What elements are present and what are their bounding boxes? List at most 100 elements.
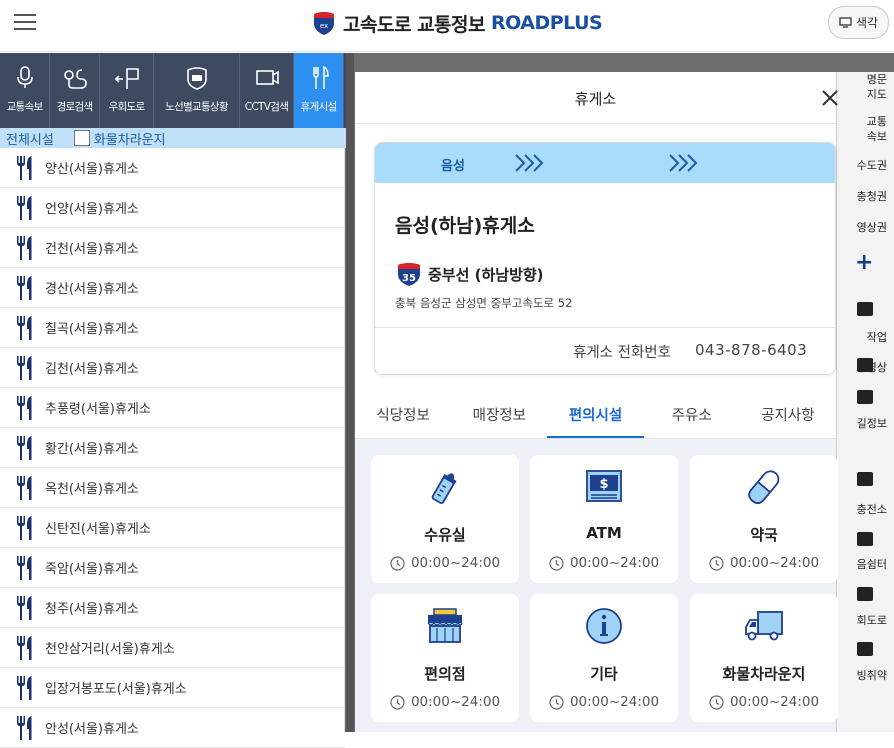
clock-icon bbox=[709, 694, 724, 710]
rest-area-list-item[interactable]: 죽암(서울)휴게소 bbox=[0, 548, 345, 588]
facility-hours: 00:00~24:00 bbox=[371, 555, 519, 571]
fork-knife-icon bbox=[17, 315, 32, 340]
map-toolbar: 명문 지도 교통 속보 수도권 충청권 영상권 + 작업 상영상 길정보 충전소… bbox=[836, 72, 894, 732]
rest-area-list-item[interactable]: 김천(서울)휴게소 bbox=[0, 348, 345, 388]
charger-icon bbox=[857, 472, 873, 486]
clock-icon bbox=[390, 694, 405, 710]
direction-arrow-icon bbox=[515, 154, 544, 172]
tab-amenities[interactable]: 편의시설 bbox=[547, 392, 644, 438]
rest-area-name: 경산(서울)휴게소 bbox=[45, 282, 139, 297]
menu-icon[interactable] bbox=[14, 14, 36, 32]
map-tool-item[interactable]: 빙취약 bbox=[837, 668, 894, 683]
fork-knife-icon bbox=[17, 595, 32, 620]
facility-hours: 00:00~24:00 bbox=[690, 555, 838, 571]
all-facilities-filter[interactable]: 전체시설 bbox=[6, 129, 54, 148]
rest-area-list-item[interactable]: 입장거봉포도(서울)휴게소 bbox=[0, 668, 345, 708]
tab-label: 휴게시설 bbox=[300, 101, 338, 113]
facility-name: 화물차라운지 bbox=[722, 665, 806, 683]
map-layer-item[interactable]: 충청권 bbox=[837, 189, 894, 204]
fork-knife-icon bbox=[17, 555, 32, 580]
tab-gas-station[interactable]: 주유소 bbox=[644, 392, 740, 438]
road-sign-icon bbox=[186, 67, 207, 90]
rest-area-name: 청주(서울)휴게소 bbox=[45, 602, 139, 617]
rest-area-name: 천안삼거리(서울)휴게소 bbox=[45, 642, 175, 657]
truck-lounge-filter-label: 화물차라운지 bbox=[93, 132, 166, 148]
color-vision-button[interactable]: 색각 bbox=[828, 6, 889, 39]
zoom-in-icon[interactable]: + bbox=[855, 250, 873, 275]
rest-area-info-card: 음성 음성(하남)휴게소 35 중부선 (하남방향) 충북 음성군 삼성면 중부… bbox=[374, 142, 836, 375]
list-scrollbar[interactable] bbox=[346, 53, 354, 732]
map-tool-item[interactable]: 길정보 bbox=[837, 416, 894, 431]
store-icon bbox=[427, 608, 463, 643]
fork-knife-icon bbox=[17, 395, 32, 420]
rest-area-list-item[interactable]: 옥천(서울)휴게소 bbox=[0, 468, 345, 508]
clock-icon bbox=[549, 694, 564, 710]
map-layer-item[interactable]: 영상권 bbox=[837, 220, 894, 235]
monitor-icon bbox=[839, 17, 852, 28]
route-icon bbox=[63, 69, 87, 89]
fork-knife-icon bbox=[17, 475, 32, 500]
rest-area-detail-panel: 휴게소 음성 음성(하남)휴게소 35 중부선 (하남방향) 충북 음성군 삼성… bbox=[355, 72, 839, 732]
fork-knife-icon bbox=[17, 275, 32, 300]
facility-card: 수유실 00:00~24:00 bbox=[371, 455, 519, 583]
microphone-icon bbox=[16, 66, 33, 88]
tab-route-search[interactable]: 경로검색 bbox=[50, 53, 100, 128]
rest-area-list-item[interactable]: 경산(서울)휴게소 bbox=[0, 268, 345, 308]
tab-store[interactable]: 매장정보 bbox=[451, 392, 547, 438]
facility-hours: 00:00~24:00 bbox=[371, 694, 519, 710]
rest-area-list-item[interactable]: 천안삼거리(서울)휴게소 bbox=[0, 628, 345, 668]
rest-area-list-item[interactable]: 신탄진(서울)휴게소 bbox=[0, 508, 345, 548]
phone-label: 휴게소 전화번호 bbox=[573, 345, 671, 361]
tab-route-traffic[interactable]: 노선별교통상황 bbox=[154, 53, 240, 128]
phone-number[interactable]: 043-878-6403 bbox=[695, 341, 807, 359]
rest-area-name: 양산(서울)휴게소 bbox=[45, 162, 139, 177]
tab-cctv[interactable]: CCTV검색 bbox=[240, 53, 294, 128]
rest-area-list-item[interactable]: 칠곡(서울)휴게소 bbox=[0, 308, 345, 348]
rest-area-list-item[interactable]: 청주(서울)휴게소 bbox=[0, 588, 345, 628]
route-number: 35 bbox=[402, 273, 416, 284]
direction-band: 음성 bbox=[375, 143, 835, 183]
facility-card: 기타 00:00~24:00 bbox=[530, 594, 678, 722]
tab-restaurant[interactable]: 식당정보 bbox=[355, 392, 451, 438]
map-layer-item[interactable]: 수도권 bbox=[837, 158, 894, 173]
panel-title: 휴게소 bbox=[574, 90, 617, 108]
close-icon[interactable] bbox=[821, 89, 839, 107]
fork-knife-icon bbox=[17, 715, 32, 740]
rest-area-name: 칠곡(서울)휴게소 bbox=[45, 322, 139, 337]
tab-label: 노선별교통상황 bbox=[165, 101, 228, 113]
tab-traffic-news[interactable]: 교통속보 bbox=[0, 53, 50, 128]
left-panel: 교통속보 경로검색 우회도로 노선별교통상황 CCTV검색 휴게시설 전체시설 … bbox=[0, 53, 354, 748]
truck-lounge-checkbox[interactable] bbox=[73, 130, 90, 146]
baby-bottle-icon bbox=[431, 473, 457, 505]
map-tool-item[interactable]: 회도로 bbox=[837, 613, 894, 628]
address: 충북 음성군 삼성면 중부고속도로 52 bbox=[395, 296, 573, 310]
route-name: 중부선 (하남방향) bbox=[428, 265, 544, 284]
route-info: 35 중부선 (하남방향) bbox=[396, 261, 544, 287]
rest-area-list-item[interactable]: 추풍령(서울)휴게소 bbox=[0, 388, 345, 428]
location-label: 음성 bbox=[441, 159, 465, 174]
rest-area-list-item[interactable]: 양산(서울)휴게소 bbox=[0, 148, 345, 188]
facility-card: 편의점 00:00~24:00 bbox=[371, 594, 519, 722]
left-tab-bar: 교통속보 경로검색 우회도로 노선별교통상황 CCTV검색 휴게시설 bbox=[0, 53, 354, 128]
logo[interactable]: ex 고속도로 교통정보 ROADPLUS bbox=[311, 8, 603, 38]
fork-knife-icon bbox=[17, 435, 32, 460]
rest-area-list-item[interactable]: 건천(서울)휴게소 bbox=[0, 228, 345, 268]
cctv-icon bbox=[255, 70, 279, 85]
rest-area-list-item[interactable]: 언양(서울)휴게소 bbox=[0, 188, 345, 228]
facility-hours: 00:00~24:00 bbox=[530, 694, 678, 710]
map-layer-item[interactable]: 교통 속보 bbox=[837, 114, 894, 144]
map-tool-item[interactable]: 작업 bbox=[837, 330, 894, 345]
facility-name: 수유실 bbox=[424, 526, 466, 544]
map-tool-item[interactable]: 충전소 bbox=[837, 502, 894, 517]
rest-area-name: 황간(서울)휴게소 bbox=[45, 442, 139, 457]
work-icon bbox=[857, 302, 873, 316]
tab-detour[interactable]: 우회도로 bbox=[100, 53, 154, 128]
rest-area-list-item[interactable]: 안성(서울)휴게소 bbox=[0, 708, 345, 748]
map-tool-item[interactable]: 상영상 bbox=[837, 360, 894, 375]
tab-rest-area[interactable]: 휴게시설 bbox=[294, 53, 344, 128]
map-layer-item[interactable]: 명문 지도 bbox=[837, 72, 894, 102]
tab-notice[interactable]: 공지사항 bbox=[740, 392, 836, 438]
color-vision-label: 색각 bbox=[855, 16, 879, 30]
rest-area-list-item[interactable]: 황간(서울)휴게소 bbox=[0, 428, 345, 468]
map-tool-item[interactable]: 음쉼터 bbox=[837, 557, 894, 572]
